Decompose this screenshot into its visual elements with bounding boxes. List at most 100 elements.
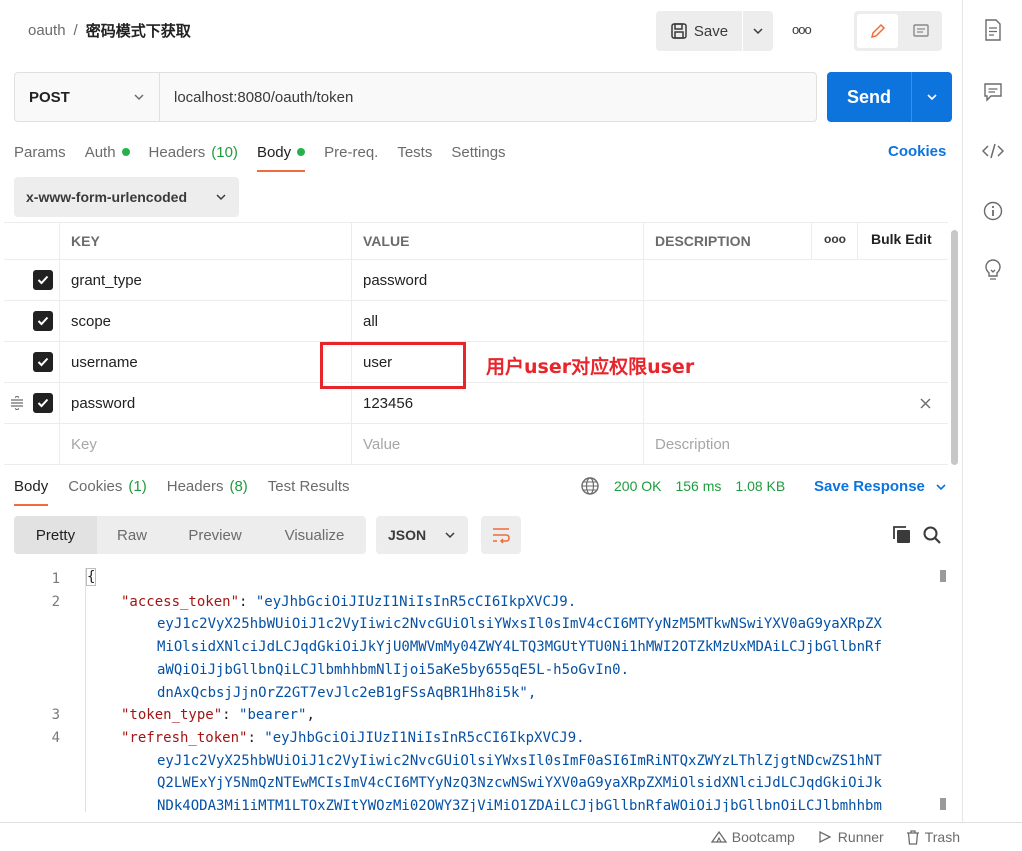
param-key[interactable]: grant_type (60, 260, 352, 300)
method-select[interactable]: POST (15, 73, 160, 121)
param-description[interactable] (644, 260, 948, 300)
response-time[interactable]: 156 ms (675, 478, 721, 494)
tab-auth[interactable]: Auth (85, 140, 130, 164)
tab-params-label: Params (14, 143, 66, 161)
tab-test-results[interactable]: Test Results (268, 474, 350, 498)
runner-label: Runner (837, 829, 884, 845)
status-code[interactable]: 200 OK (614, 478, 661, 494)
trash-button[interactable]: Trash (906, 829, 960, 845)
chevron-down-icon (445, 532, 455, 539)
param-key[interactable]: username (60, 342, 352, 382)
param-value[interactable]: all (352, 301, 644, 341)
tab-response-headers[interactable]: Headers (8) (167, 474, 248, 498)
line-number: 3 (51, 707, 60, 724)
format-preview[interactable]: Preview (167, 516, 263, 554)
code-line: aWQiOiJjbGllbnQiLCJlbmhhbmNlIjoi5aKe5by6… (157, 661, 630, 678)
mode-toggle (854, 11, 942, 51)
doc-mode-button[interactable] (902, 14, 939, 48)
code-line: eyJ1c2VyX25hbWUiOiJ1c2VyIiwic2NvcGUiOlsi… (157, 616, 882, 633)
drag-handle-icon[interactable] (10, 396, 24, 410)
row-checkbox[interactable] (33, 311, 53, 331)
tab-prereq[interactable]: Pre-req. (324, 140, 378, 164)
tab-params[interactable]: Params (14, 140, 66, 164)
row-checkbox[interactable] (33, 352, 53, 372)
more-options-button[interactable]: ooo (792, 22, 812, 37)
runner-icon (819, 830, 832, 844)
code-scrollbar-bottom[interactable] (940, 798, 946, 810)
comment-icon (912, 24, 929, 37)
bulk-edit-button[interactable]: Bulk Edit (871, 231, 932, 247)
tab-response-body[interactable]: Body (14, 474, 49, 506)
info-button[interactable] (981, 199, 1005, 223)
breadcrumb-request[interactable]: 密码模式下获取 (86, 20, 191, 41)
tab-headers-label: Headers (148, 143, 206, 161)
language-select[interactable]: JSON (376, 516, 468, 554)
format-visualize[interactable]: Visualize (263, 516, 366, 554)
code-line: Q2LWExYjY5NmQzNTEwMCIsImV4cCI6MTYyNzQ3Nz… (157, 775, 882, 792)
body-type-select[interactable]: x-www-form-urlencoded (14, 177, 239, 217)
new-value-input[interactable]: Value (352, 424, 644, 464)
bootcamp-icon (710, 830, 727, 843)
save-label: Save (693, 22, 729, 40)
tab-settings[interactable]: Settings (451, 140, 505, 164)
save-button[interactable]: Save (656, 11, 742, 51)
format-raw[interactable]: Raw (97, 516, 167, 554)
search-icon[interactable] (922, 525, 942, 545)
globe-icon[interactable] (580, 476, 600, 496)
wrap-icon (493, 528, 510, 544)
code-snippet-button[interactable] (981, 139, 1005, 163)
divider (857, 223, 858, 260)
table-header-row: KEY VALUE DESCRIPTION ooo Bulk Edit (4, 222, 948, 260)
response-body-code[interactable]: 1 2 3 4 { "access_token": "eyJhbGciOiJIU… (0, 568, 940, 812)
copy-icon[interactable] (892, 525, 912, 545)
save-response-label: Save Response (814, 478, 925, 495)
comments-button[interactable] (981, 80, 1005, 104)
param-value[interactable]: 123456 (352, 383, 644, 423)
language-label: JSON (388, 527, 427, 543)
format-pretty[interactable]: Pretty (14, 516, 97, 554)
tab-auth-label: Auth (84, 143, 116, 161)
row-checkbox[interactable] (33, 393, 53, 413)
table-more-button[interactable]: ooo (824, 232, 846, 246)
edit-mode-button[interactable] (857, 14, 898, 48)
breadcrumb-collection[interactable]: oauth (28, 22, 66, 39)
row-select (4, 383, 60, 423)
cookies-link[interactable]: Cookies (888, 143, 946, 160)
close-icon[interactable] (920, 398, 931, 409)
tips-button[interactable] (981, 258, 1005, 282)
info-icon (983, 201, 1003, 221)
new-key-input[interactable]: Key (60, 424, 352, 464)
param-description[interactable] (644, 383, 948, 423)
send-dropdown-button[interactable] (912, 72, 952, 122)
json-key: "refresh_token" (121, 729, 248, 746)
tab-body[interactable]: Body (256, 140, 306, 172)
response-tabs: Body Cookies (1) Headers (8) Test Results (14, 474, 370, 506)
bootcamp-label: Bootcamp (731, 829, 795, 845)
wrap-lines-button[interactable] (481, 516, 521, 554)
code-line: MiOlsidXNlciJdLCJqdGkiOiJkYjU0MWVmMy04ZW… (157, 639, 882, 656)
send-button[interactable]: Send (827, 72, 912, 122)
response-size[interactable]: 1.08 KB (735, 478, 785, 494)
runner-button[interactable]: Runner (817, 829, 884, 845)
bootcamp-button[interactable]: Bootcamp (710, 829, 795, 845)
param-description[interactable] (644, 301, 948, 341)
url-input[interactable]: localhost:8080/oauth/token (160, 73, 353, 121)
code-scrollbar-top[interactable] (940, 570, 946, 582)
body-type-label: x-www-form-urlencoded (26, 189, 188, 205)
save-response-button[interactable]: Save Response (814, 478, 947, 495)
tab-headers[interactable]: Headers (10) (149, 140, 238, 164)
param-key[interactable]: scope (60, 301, 352, 341)
documentation-button[interactable] (981, 18, 1005, 42)
tab-tests[interactable]: Tests (397, 140, 432, 164)
document-icon (985, 19, 1001, 41)
table-scrollbar[interactable] (951, 230, 958, 465)
column-header-description: DESCRIPTION ooo Bulk Edit (644, 223, 948, 260)
param-key[interactable]: password (60, 383, 352, 423)
new-description-input[interactable]: Description (644, 424, 948, 464)
param-value[interactable]: password (352, 260, 644, 300)
tab-response-cookies[interactable]: Cookies (1) (68, 474, 147, 498)
save-dropdown-button[interactable] (743, 11, 773, 51)
row-select (4, 301, 60, 341)
row-checkbox[interactable] (33, 270, 53, 290)
line-number: 2 (51, 593, 60, 610)
